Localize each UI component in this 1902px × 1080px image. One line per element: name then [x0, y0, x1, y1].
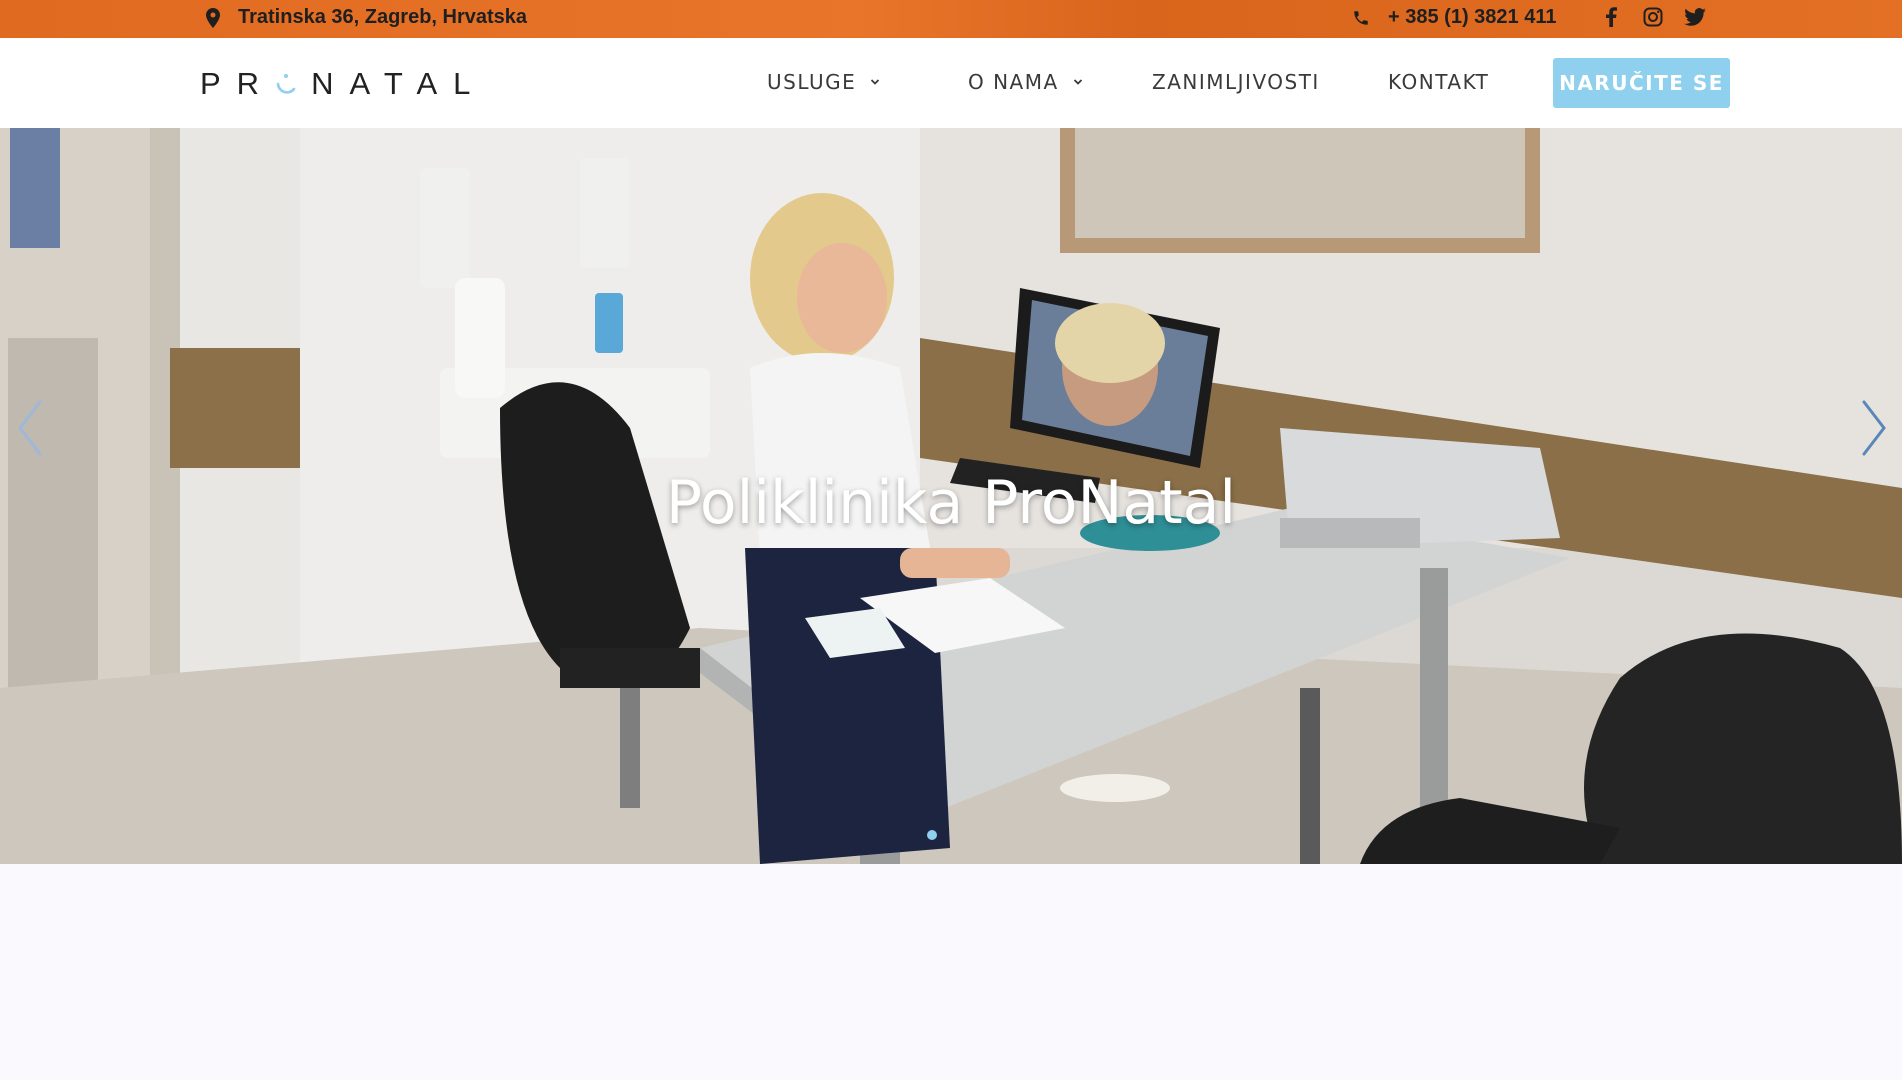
- nav-kontakt-label: KONTAKT: [1388, 70, 1490, 94]
- top-bar: Tratinska 36, Zagreb, Hrvatska + 385 (1)…: [0, 0, 1902, 38]
- book-appointment-button[interactable]: NARUČITE SE: [1553, 58, 1730, 108]
- address-text: Tratinska 36, Zagreb, Hrvatska: [238, 6, 528, 28]
- nav-usluge[interactable]: USLUGE: [767, 70, 880, 94]
- nav-usluge-label: USLUGE: [767, 70, 857, 94]
- instagram-icon[interactable]: [1642, 6, 1664, 28]
- social-links: [1600, 6, 1706, 28]
- logo-text-left: PR: [200, 66, 276, 101]
- nav-o-nama-label: O NAMA: [968, 70, 1059, 94]
- hero-title: Poliklinika ProNatal: [665, 468, 1237, 538]
- twitter-icon[interactable]: [1684, 6, 1706, 28]
- slider-next-arrow[interactable]: [1854, 398, 1894, 458]
- address-block: Tratinska 36, Zagreb, Hrvatska: [202, 6, 527, 29]
- phone-block[interactable]: + 385 (1) 3821 411: [1350, 6, 1556, 29]
- logo-moon-icon: [275, 70, 297, 98]
- chevron-down-icon: [871, 79, 880, 85]
- slider-dot-active[interactable]: [927, 830, 937, 840]
- phone-icon: [1350, 7, 1372, 29]
- hero-slider: Poliklinika ProNatal: [0, 128, 1902, 864]
- logo[interactable]: PR NATAL: [200, 64, 486, 104]
- chevron-down-icon: [1073, 79, 1082, 85]
- phone-text[interactable]: + 385 (1) 3821 411: [1388, 6, 1556, 29]
- slider-prev-arrow[interactable]: [12, 398, 52, 458]
- main-header: PR NATAL USLUGE O NAMA ZANIMLJIVOSTI KON…: [0, 38, 1902, 128]
- location-icon: [202, 7, 224, 29]
- nav-zanimljivosti[interactable]: ZANIMLJIVOSTI: [1152, 70, 1320, 94]
- nav-zanimljivosti-label: ZANIMLJIVOSTI: [1152, 70, 1320, 94]
- nav-kontakt[interactable]: KONTAKT: [1388, 70, 1489, 94]
- nav-o-nama[interactable]: O NAMA: [968, 70, 1083, 94]
- facebook-icon[interactable]: [1600, 6, 1622, 28]
- logo-text-right: NATAL: [311, 66, 487, 101]
